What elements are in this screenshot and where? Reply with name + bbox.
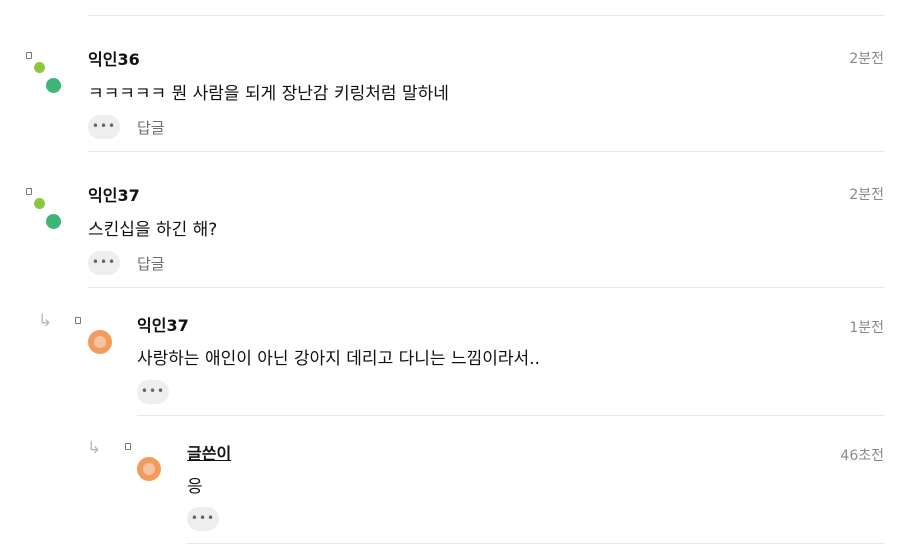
comment-text: 사랑하는 애인이 아닌 강아지 데리고 다니는 느낌이라서.. — [137, 349, 540, 369]
avatar-dot-small — [34, 198, 45, 209]
comment-time: 2분전 — [849, 187, 884, 203]
badge-icon — [125, 443, 131, 450]
more-options-button[interactable]: ••• — [187, 507, 219, 531]
comment-time: 1분전 — [849, 320, 884, 336]
reply-arrow-icon: ↳ — [38, 311, 53, 331]
comment-text: 스킨십을 하긴 해? — [88, 220, 218, 240]
reply-button[interactable]: 답글 — [137, 117, 165, 138]
comment-time: 46초전 — [840, 448, 884, 464]
avatar[interactable] — [34, 60, 74, 100]
divider — [88, 15, 884, 16]
badge-icon — [26, 188, 32, 195]
comment-author[interactable]: 글쓴이 — [187, 440, 231, 464]
avatar[interactable] — [34, 196, 74, 236]
reply-arrow-icon: ↳ — [87, 438, 102, 458]
more-options-button[interactable]: ••• — [88, 115, 120, 139]
divider — [137, 415, 884, 416]
badge-icon — [75, 317, 81, 324]
reply-button[interactable]: 답글 — [137, 253, 165, 274]
badge-icon — [26, 52, 32, 59]
more-options-button[interactable]: ••• — [88, 251, 120, 275]
comment-text: 응 — [187, 477, 203, 497]
avatar-dot-large — [46, 78, 61, 93]
divider — [88, 287, 884, 288]
avatar-dot-small — [34, 62, 45, 73]
comment-text: ㅋㅋㅋㅋㅋ 뭔 사람을 되게 장난감 키링처럼 말하네 — [88, 84, 449, 104]
avatar[interactable] — [88, 330, 112, 354]
divider — [187, 543, 884, 544]
comment-time: 2분전 — [849, 51, 884, 67]
comment-author[interactable]: 익인37 — [88, 182, 140, 206]
comment-author[interactable]: 익인37 — [137, 312, 189, 336]
avatar[interactable] — [137, 457, 161, 481]
comment-author[interactable]: 익인36 — [88, 46, 140, 70]
avatar-dot-large — [46, 214, 61, 229]
divider — [88, 151, 884, 152]
more-options-button[interactable]: ••• — [137, 380, 169, 404]
